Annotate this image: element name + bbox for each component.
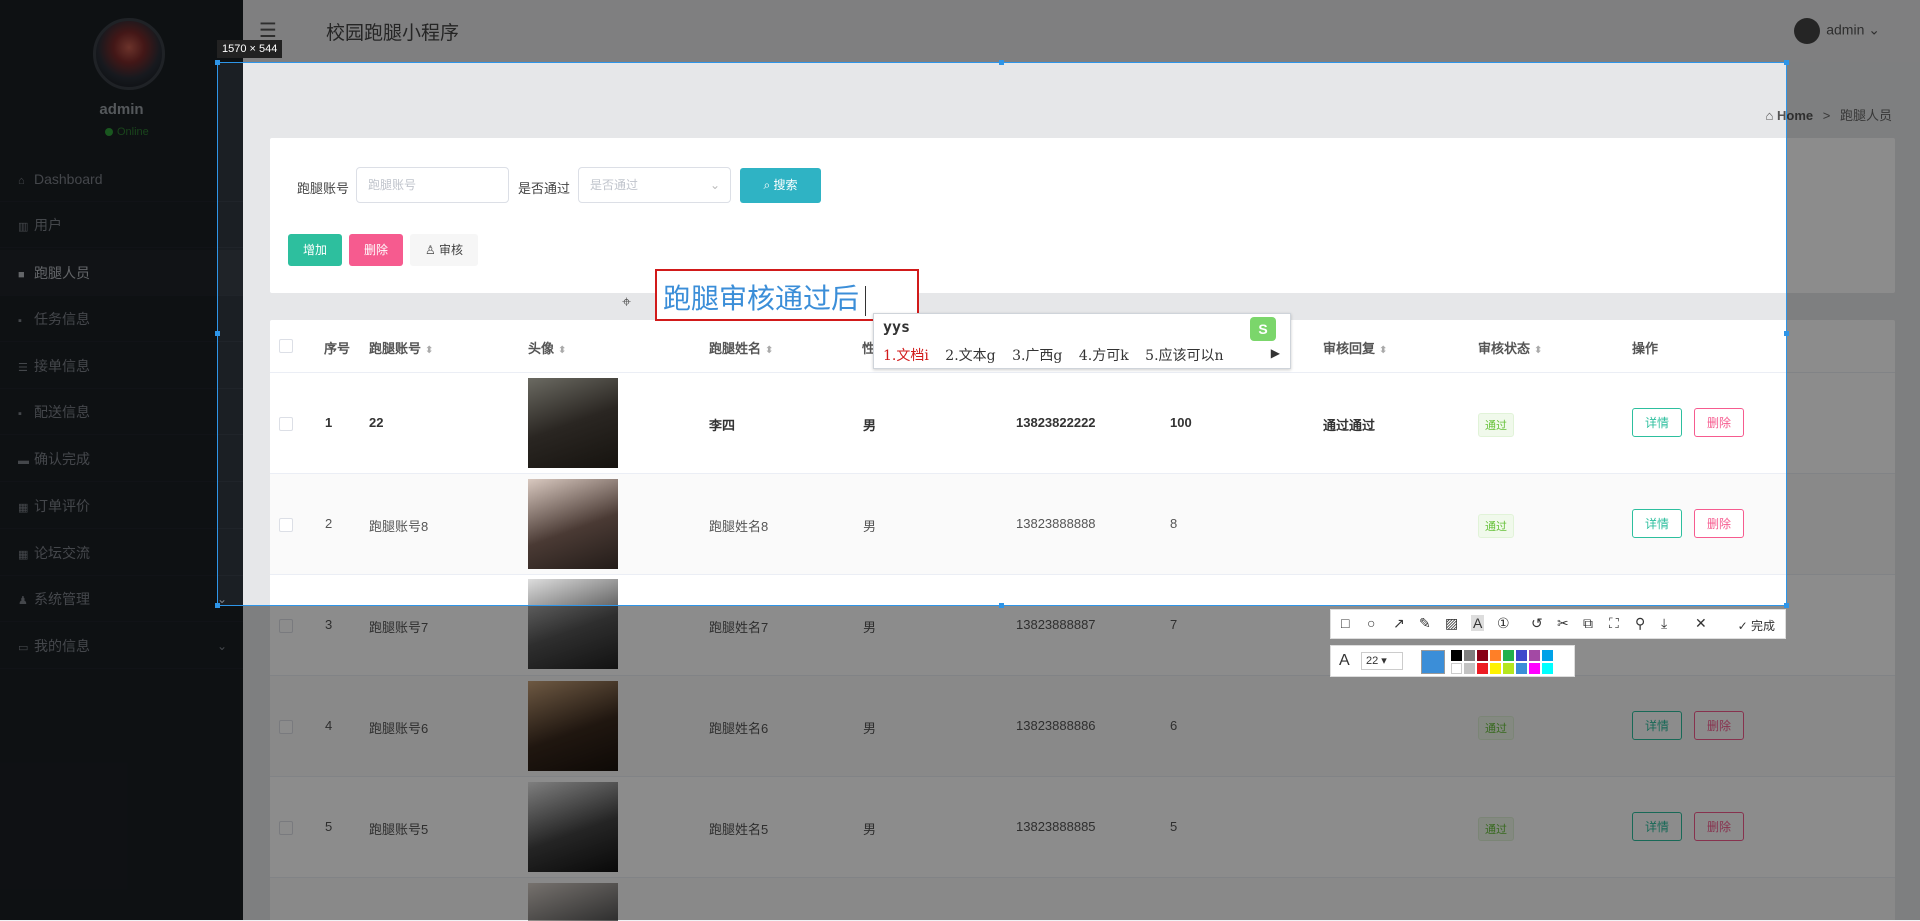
rectangle-tool-icon[interactable]: □ (1341, 615, 1349, 631)
arrow-tool-icon[interactable]: ↗ (1393, 615, 1405, 632)
pin-icon[interactable]: ⚲ (1635, 615, 1645, 632)
color-swatch[interactable] (1529, 663, 1540, 674)
resize-handle[interactable] (999, 60, 1004, 65)
text-tool-icon[interactable]: A (1471, 615, 1485, 631)
screenshot-toolbar: □ ○ ↗ ✎ ▨ A ① ↺ ✂ ⧉ ⛶ ⚲ ⤓ ✕ ✓ 完成 (1330, 609, 1786, 639)
scroll-capture-icon[interactable]: ⛶ (1609, 615, 1619, 632)
ime-next-page-icon[interactable]: ▶ (1271, 346, 1280, 360)
download-icon[interactable]: ⤓ (1661, 615, 1667, 632)
ime-composition: yys (883, 318, 911, 336)
text-options-toolbar: A 22 ▾ (1330, 645, 1575, 677)
color-swatch[interactable] (1516, 663, 1527, 674)
color-swatch[interactable] (1451, 650, 1462, 661)
font-size-icon: A (1339, 652, 1350, 669)
close-icon[interactable]: ✕ (1695, 615, 1707, 632)
color-swatch[interactable] (1490, 663, 1501, 674)
resize-handle[interactable] (215, 60, 220, 65)
mosaic-tool-icon[interactable]: ▨ (1445, 615, 1458, 632)
ime-candidate[interactable]: 3.广西g (1012, 348, 1062, 364)
pen-tool-icon[interactable]: ✎ (1419, 615, 1431, 632)
done-button[interactable]: ✓ 完成 (1738, 617, 1775, 634)
resize-handle[interactable] (215, 603, 220, 608)
resize-handle[interactable] (999, 603, 1004, 608)
color-swatch[interactable] (1542, 650, 1553, 661)
undo-icon[interactable]: ↺ (1531, 615, 1543, 632)
selection-size-label: 1570 × 544 (217, 40, 283, 58)
done-button-label: 完成 (1750, 619, 1775, 633)
ime-candidate[interactable]: 1.文档i (883, 348, 929, 364)
ime-candidate-list: 1.文档i 2.文本g 3.广西g 4.方可k 5.应该可以n (883, 345, 1236, 365)
color-swatch[interactable] (1529, 650, 1540, 661)
color-swatch[interactable] (1542, 663, 1553, 674)
color-swatch[interactable] (1464, 663, 1475, 674)
font-size-select[interactable]: 22 ▾ (1361, 652, 1403, 670)
ellipse-tool-icon[interactable]: ○ (1367, 615, 1375, 631)
ocr-icon[interactable]: ⧉ (1583, 615, 1593, 632)
dim-overlay (1787, 62, 1920, 606)
resize-handle[interactable] (1784, 60, 1789, 65)
resize-handle[interactable] (1784, 603, 1789, 608)
color-swatch[interactable] (1451, 663, 1462, 674)
dim-overlay (0, 606, 1920, 920)
dim-overlay (0, 0, 1920, 62)
ime-logo-icon: S (1250, 317, 1276, 341)
crosshair-cursor-icon: ⌖ (622, 294, 632, 311)
cut-icon[interactable]: ✂ (1557, 615, 1569, 632)
number-tool-icon[interactable]: ① (1497, 615, 1510, 632)
ime-candidate[interactable]: 2.文本g (945, 348, 995, 364)
color-swatch[interactable] (1490, 650, 1501, 661)
selected-color-swatch[interactable] (1421, 650, 1445, 674)
annotation-text: 跑腿审核通过后 (663, 283, 860, 314)
color-swatch[interactable] (1516, 650, 1527, 661)
color-swatch[interactable] (1477, 650, 1488, 661)
resize-handle[interactable] (215, 331, 220, 336)
dim-overlay (0, 62, 217, 606)
font-size-value: 22 (1366, 655, 1379, 667)
text-caret (865, 285, 867, 316)
check-icon: ✓ (1737, 619, 1748, 633)
ime-candidate-window: yys S 1.文档i 2.文本g 3.广西g 4.方可k 5.应该可以n ▶ (873, 313, 1291, 369)
resize-handle[interactable] (1784, 331, 1789, 336)
ime-candidate[interactable]: 4.方可k (1079, 348, 1129, 364)
ime-candidate[interactable]: 5.应该可以n (1145, 348, 1223, 364)
color-swatch[interactable] (1477, 663, 1488, 674)
color-swatch[interactable] (1503, 650, 1514, 661)
color-swatch[interactable] (1464, 650, 1475, 661)
color-swatch[interactable] (1503, 663, 1514, 674)
